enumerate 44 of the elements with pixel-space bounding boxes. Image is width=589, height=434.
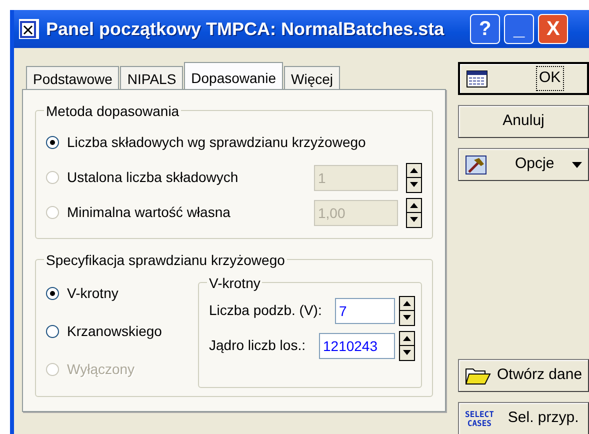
dropdown-arrow-icon	[572, 162, 582, 168]
tab[interactable]: NIPALS	[120, 66, 184, 89]
up-arrow-icon	[403, 300, 411, 306]
down-arrow-icon	[403, 315, 411, 320]
open-data-button[interactable]: Otwórz dane	[458, 359, 589, 392]
radio-label: Liczba składowych wg sprawdzianu krzyżowego	[67, 133, 366, 152]
down-arrow-icon	[403, 350, 411, 356]
app-icon	[18, 18, 40, 40]
radio-label: Wyłączony	[67, 360, 135, 379]
field-label: Jądro liczb los.:	[209, 336, 306, 355]
radio-label: Krzanowskiego	[67, 322, 162, 341]
options-button[interactable]: Opcje	[458, 148, 589, 181]
tab[interactable]: Podstawowe	[26, 66, 120, 89]
spin-button[interactable]	[406, 198, 422, 228]
radio-button[interactable]	[46, 324, 59, 338]
radio-label: Ustalona liczba składowych	[67, 168, 238, 187]
radio-label: Minimalna wartość własna	[67, 203, 230, 222]
cancel-button[interactable]: Anuluj	[458, 105, 589, 138]
window-title: Panel początkowy TMPCA: NormalBatches.sta	[46, 18, 444, 41]
spin-button[interactable]	[406, 162, 422, 192]
select-cases-button[interactable]: SELECT CASES Sel. przyp.	[458, 402, 589, 434]
up-arrow-icon	[403, 336, 411, 341]
help-button[interactable]: ?	[470, 14, 500, 44]
spin-button[interactable]	[399, 296, 415, 326]
input-field[interactable]: 7	[335, 298, 395, 324]
tab[interactable]: Dopasowanie	[184, 62, 283, 89]
radio-label: V-krotny	[67, 284, 118, 303]
field-label: Liczba podzb. (V):	[209, 301, 322, 320]
up-arrow-icon	[410, 168, 418, 173]
hammer-icon	[465, 154, 487, 174]
ok-button[interactable]: OK	[458, 62, 589, 95]
down-arrow-icon	[410, 217, 418, 222]
input-field[interactable]: 1210243	[319, 332, 395, 358]
radio-button[interactable]	[46, 136, 59, 149]
minimize-button[interactable]: _	[504, 14, 534, 44]
table-icon	[466, 70, 488, 88]
tab[interactable]: Więcej	[284, 66, 340, 89]
folder-icon	[465, 366, 491, 386]
spin-button[interactable]	[399, 330, 415, 360]
radio-button[interactable]	[46, 286, 59, 300]
up-arrow-icon	[410, 202, 418, 208]
close-button[interactable]: X	[538, 14, 568, 44]
select-cases-icon: SELECT CASES	[465, 410, 494, 428]
down-arrow-icon	[410, 182, 418, 188]
